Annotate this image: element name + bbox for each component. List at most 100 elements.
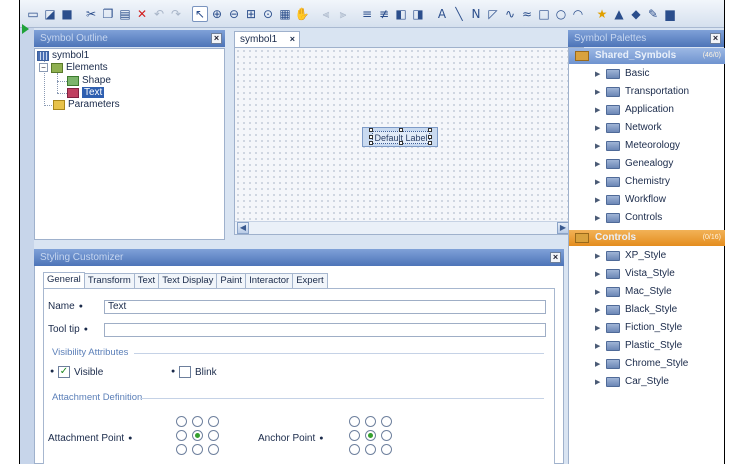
expand-icon[interactable]: ▶ bbox=[595, 88, 601, 96]
expand-icon[interactable]: ▶ bbox=[595, 142, 601, 150]
tab-paint[interactable]: Paint bbox=[216, 273, 247, 288]
stroke-icon[interactable]: ✎ bbox=[645, 6, 661, 22]
tab-text[interactable]: Text bbox=[133, 273, 160, 288]
zoom-region-icon[interactable]: ⊙ bbox=[260, 6, 276, 22]
select-icon[interactable]: ↖ bbox=[192, 5, 208, 22]
anchor-radio-ne[interactable] bbox=[381, 416, 392, 427]
palette-item-workflow[interactable]: ▶ Workflow bbox=[595, 194, 666, 205]
anchor-radio-n[interactable] bbox=[365, 416, 376, 427]
tab-transform[interactable]: Transform bbox=[83, 273, 135, 288]
expand-icon[interactable]: ▶ bbox=[595, 306, 601, 314]
attachment-radio-s[interactable] bbox=[192, 444, 203, 455]
color-icon[interactable]: ◆ bbox=[628, 6, 644, 22]
palette-item-fiction-style[interactable]: ▶ Fiction_Style bbox=[595, 322, 682, 333]
tab-interactor[interactable]: Interactor bbox=[245, 273, 294, 288]
name-field[interactable]: Text bbox=[104, 300, 546, 314]
fill-icon[interactable]: ▲ bbox=[611, 6, 627, 22]
palette-item-chrome-style[interactable]: ▶ Chrome_Style bbox=[595, 358, 688, 369]
delete-icon[interactable]: ✕ bbox=[134, 6, 150, 22]
attachment-radio-sw[interactable] bbox=[176, 444, 187, 455]
expand-icon[interactable]: ▶ bbox=[595, 270, 601, 278]
polygon-icon[interactable]: ◸ bbox=[485, 6, 501, 22]
attachment-radio-se[interactable] bbox=[208, 444, 219, 455]
palette-item-mac-style[interactable]: ▶ Mac_Style bbox=[595, 286, 672, 297]
tab-symbol1[interactable]: symbol1 × bbox=[234, 31, 300, 47]
palette-item-vista-style[interactable]: ▶ Vista_Style bbox=[595, 268, 675, 279]
tab-text-display[interactable]: Text Display bbox=[158, 273, 218, 288]
anchor-radio-sw[interactable] bbox=[349, 444, 360, 455]
anchor-radio-e[interactable] bbox=[381, 430, 392, 441]
visible-checkbox[interactable]: ✓ bbox=[58, 366, 70, 378]
text-element-node[interactable]: Default Label bbox=[362, 127, 438, 147]
expand-icon[interactable]: ▶ bbox=[595, 214, 601, 222]
align-right-icon[interactable]: ⫸ bbox=[335, 6, 351, 22]
palette-group-shared-symbols[interactable]: Shared_Symbols (46/0) bbox=[569, 48, 725, 64]
collapse-icon[interactable]: − bbox=[39, 63, 48, 72]
pan-icon[interactable]: ✋ bbox=[294, 6, 310, 22]
resize-handle[interactable] bbox=[399, 128, 403, 132]
resize-handle[interactable] bbox=[369, 135, 373, 139]
expand-icon[interactable]: ▶ bbox=[595, 70, 601, 78]
expand-icon[interactable]: ▶ bbox=[595, 360, 601, 368]
expand-icon[interactable]: ▶ bbox=[595, 124, 601, 132]
palette-item-genealogy[interactable]: ▶ Genealogy bbox=[595, 158, 673, 169]
expand-icon[interactable]: ▶ bbox=[595, 324, 601, 332]
attachment-radio-w[interactable] bbox=[176, 430, 187, 441]
horizontal-scrollbar[interactable]: ◀ ▶ bbox=[235, 221, 571, 234]
palette-item-meteorology[interactable]: ▶ Meteorology bbox=[595, 140, 680, 151]
palette-item-black-style[interactable]: ▶ Black_Style bbox=[595, 304, 677, 315]
palette-item-network[interactable]: ▶ Network bbox=[595, 122, 662, 133]
resize-handle[interactable] bbox=[428, 128, 432, 132]
resize-handle[interactable] bbox=[369, 141, 373, 145]
expand-icon[interactable]: ▶ bbox=[595, 378, 601, 386]
palette-item-application[interactable]: ▶ Application bbox=[595, 104, 674, 115]
redo-icon[interactable]: ↷ bbox=[168, 6, 184, 22]
align-left-icon[interactable]: ⫷ bbox=[318, 6, 334, 22]
palette-item-xp-style[interactable]: ▶ XP_Style bbox=[595, 250, 666, 261]
close-icon[interactable]: × bbox=[290, 32, 295, 47]
resize-handle[interactable] bbox=[428, 141, 432, 145]
run-icon[interactable] bbox=[22, 24, 29, 34]
expand-icon[interactable]: ▶ bbox=[595, 342, 601, 350]
anchor-radio-s[interactable] bbox=[365, 444, 376, 455]
paste-icon[interactable]: ▤ bbox=[117, 6, 133, 22]
tree-item-symbol[interactable]: symbol1 bbox=[37, 50, 89, 61]
anchor-radio-nw[interactable] bbox=[349, 416, 360, 427]
grid-icon[interactable]: ▦ bbox=[277, 6, 293, 22]
ellipse-icon[interactable]: ○ bbox=[553, 6, 569, 22]
undo-icon[interactable]: ↶ bbox=[151, 6, 167, 22]
anchor-radio-w[interactable] bbox=[349, 430, 360, 441]
expand-icon[interactable]: ▶ bbox=[595, 178, 601, 186]
attachment-radio-e[interactable] bbox=[208, 430, 219, 441]
star-icon[interactable]: ★ bbox=[594, 6, 610, 22]
expand-icon[interactable]: ▶ bbox=[595, 196, 601, 204]
palette-group-controls[interactable]: Controls (0/16) bbox=[569, 230, 725, 246]
tree-item-text[interactable]: Text bbox=[67, 87, 105, 98]
blink-checkbox[interactable] bbox=[179, 366, 191, 378]
text-icon[interactable]: A bbox=[434, 6, 450, 22]
close-icon[interactable]: × bbox=[211, 33, 222, 44]
zoom-out-icon[interactable]: ⊖ bbox=[226, 6, 242, 22]
freeform-icon[interactable]: ≈ bbox=[519, 6, 535, 22]
arc-icon[interactable]: ◠ bbox=[570, 6, 586, 22]
copy-icon[interactable]: ❐ bbox=[100, 6, 116, 22]
close-icon[interactable]: × bbox=[710, 33, 721, 44]
tree-item-parameters[interactable]: Parameters bbox=[53, 99, 120, 110]
close-icon[interactable]: × bbox=[550, 252, 561, 263]
anchor-radio-se[interactable] bbox=[381, 444, 392, 455]
group-icon[interactable]: ≡ bbox=[359, 6, 375, 22]
expand-icon[interactable]: ▶ bbox=[595, 252, 601, 260]
line-icon[interactable]: ╲ bbox=[451, 6, 467, 22]
cut-icon[interactable]: ✂ bbox=[83, 6, 99, 22]
palette-item-car-style[interactable]: ▶ Car_Style bbox=[595, 376, 669, 387]
palette-item-basic[interactable]: ▶ Basic bbox=[595, 68, 649, 79]
resize-handle[interactable] bbox=[399, 141, 403, 145]
scroll-left-icon[interactable]: ◀ bbox=[237, 222, 249, 234]
back-icon[interactable]: ◨ bbox=[410, 6, 426, 22]
rectangle-icon[interactable]: □ bbox=[536, 6, 552, 22]
attachment-radio-center[interactable] bbox=[192, 430, 203, 441]
expand-icon[interactable]: ▶ bbox=[595, 288, 601, 296]
zoom-fit-icon[interactable]: ⊞ bbox=[243, 6, 259, 22]
tab-expert[interactable]: Expert bbox=[292, 273, 328, 288]
symbol-canvas[interactable]: Default Label ▲ ▼ ◀ ▶ bbox=[234, 47, 584, 235]
